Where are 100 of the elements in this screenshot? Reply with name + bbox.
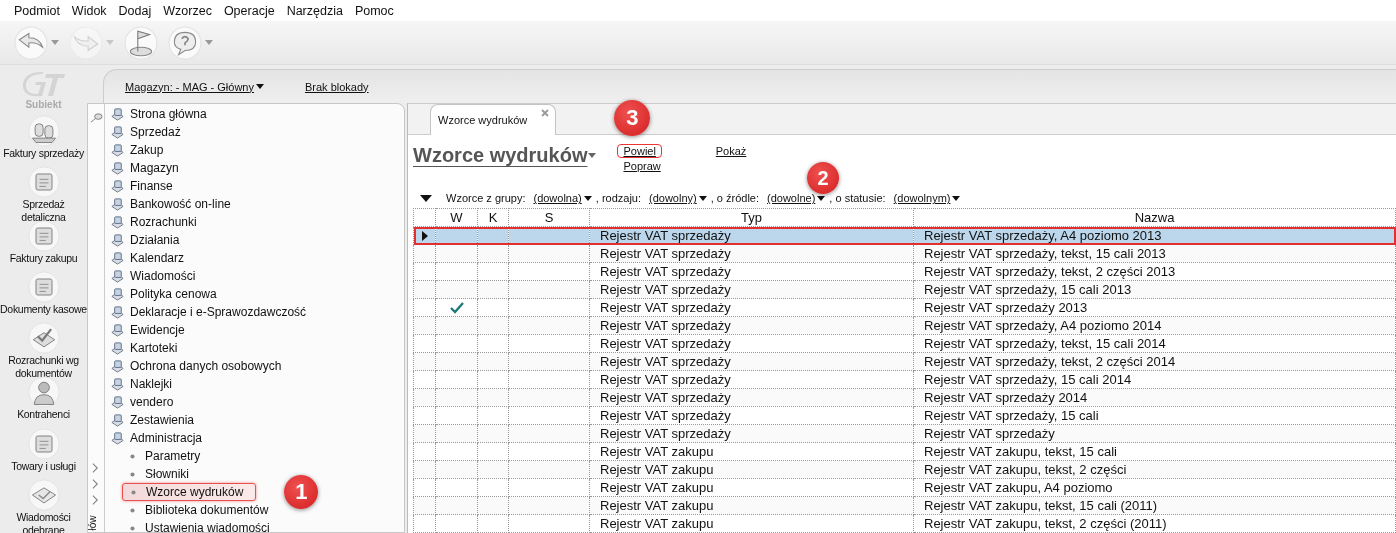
filter-label: , rodzaju: — [595, 192, 642, 205]
tree-item[interactable]: Rozrachunki — [110, 213, 404, 231]
menu-item[interactable]: Wzorzec — [157, 3, 218, 18]
tree-item[interactable]: Bankowość on-line — [110, 195, 404, 213]
module-icon — [110, 340, 125, 356]
side-panel-label[interactable]: łów — [87, 515, 105, 531]
table-cell: Rejestr VAT zakupu, tekst, 2 części (2011) — [913, 514, 1396, 533]
caret-icon[interactable] — [256, 84, 264, 89]
help-bubble-icon[interactable] — [168, 25, 202, 60]
module-icon — [110, 250, 125, 266]
close-icon[interactable] — [541, 109, 550, 117]
tree-item[interactable]: Kartoteki — [110, 339, 404, 357]
module-icon — [110, 160, 125, 176]
table-cell: Rejestr VAT sprzedaży — [589, 406, 914, 425]
tree-item[interactable]: Ewidencje — [110, 321, 404, 339]
module-icon — [110, 412, 125, 428]
tree-item[interactable]: Wiadomości — [110, 267, 404, 285]
tree-item[interactable]: Biblioteka dokumentów — [122, 501, 281, 519]
action-link[interactable]: Powiel — [617, 144, 662, 158]
caret-icon[interactable] — [583, 195, 592, 201]
tree-item[interactable]: Parametry — [122, 447, 213, 465]
table-cell: Rejestr VAT sprzedaży — [589, 334, 914, 353]
caret-icon[interactable] — [952, 195, 961, 201]
caret-icon[interactable] — [698, 195, 707, 201]
menu-item[interactable]: Operacje — [217, 3, 281, 18]
nav-item[interactable]: Towary i usługi — [0, 427, 87, 479]
nav-item[interactable]: Dokumenty kasowe — [0, 271, 87, 323]
filter-dropdown[interactable]: (dowolny) — [649, 192, 707, 205]
module-icon — [110, 268, 125, 284]
table-cell: Rejestr VAT sprzedaży, 15 cali — [913, 406, 1396, 425]
filter-dropdown[interactable]: (dowolna) — [533, 192, 592, 205]
module-icon — [110, 196, 125, 212]
tree-item[interactable]: Działania — [110, 231, 404, 249]
highlighted-row[interactable]: Rejestr VAT sprzedaży Rejestr VAT sprzedaży, A4 poziomo 2013 — [413, 226, 1396, 245]
check-icon — [27, 322, 60, 355]
tree-item[interactable]: Sprzedaż — [110, 123, 404, 141]
collapse-triangle-icon[interactable] — [420, 194, 432, 202]
filter-label: Wzorce z grupy: — [446, 192, 526, 205]
module-icon — [110, 142, 125, 158]
action-link[interactable]: Pokaż — [709, 144, 753, 158]
module-icon — [110, 106, 125, 122]
column-header[interactable]: Nazwa — [913, 208, 1396, 227]
nav-item[interactable]: Kontrahenci — [0, 376, 87, 428]
pin-icon[interactable] — [89, 112, 103, 123]
logo-icon — [21, 71, 66, 97]
table-cell: Rejestr VAT sprzedaży, tekst, 2 części 2013 — [913, 262, 1396, 281]
column-header[interactable]: S — [508, 208, 590, 227]
table-cell: Rejestr VAT zakupu, A4 poziomo — [913, 478, 1396, 497]
tree-item[interactable]: Zakup — [110, 141, 404, 159]
filter-label: , o źródle: — [710, 192, 760, 205]
column-header[interactable]: K — [477, 208, 509, 227]
bullet-icon — [130, 453, 135, 459]
table-cell: Rejestr VAT sprzedaży, 15 cali 2014 — [913, 370, 1396, 389]
module-icon — [110, 178, 125, 194]
tree-item[interactable]: Polityka cenowa — [110, 285, 404, 303]
chevron-icon[interactable] — [92, 462, 100, 474]
module-icon — [110, 322, 125, 338]
tree-item[interactable]: Ochrona danych osobowych — [110, 357, 404, 375]
tree-item[interactable]: Zestawienia — [110, 411, 404, 429]
module-icon — [110, 358, 125, 374]
tree-item[interactable]: Magazyn — [110, 159, 404, 177]
page-title[interactable]: Wzorce wydruków — [413, 144, 597, 167]
filter-dropdown[interactable]: (dowolne) — [767, 192, 826, 205]
tree-item[interactable]: Administracja — [110, 429, 404, 447]
tree-item[interactable]: Wzorce wydruków — [122, 483, 257, 501]
menu-item[interactable]: Podmiot — [8, 3, 66, 18]
module-icon — [110, 232, 125, 248]
menu-item[interactable]: Pomoc — [348, 3, 400, 18]
lock-link[interactable]: Brak blokady — [305, 80, 369, 93]
nav-item[interactable]: Rozrachunki wg dokumentów — [0, 322, 87, 377]
chevron-icon[interactable] — [92, 494, 100, 506]
flag-icon[interactable] — [124, 25, 158, 60]
action-link[interactable]: Popraw — [617, 159, 667, 173]
tree-item[interactable]: Ustawienia wiadomości — [122, 519, 282, 533]
tree-item[interactable]: vendero — [110, 393, 404, 411]
tree-item[interactable]: Słowniki — [122, 465, 201, 483]
module-icon — [110, 430, 125, 446]
tree-item[interactable]: Strona główna — [110, 105, 404, 123]
column-header[interactable]: Typ — [589, 208, 914, 227]
warehouse-dropdown[interactable]: Magazyn: - MAG - Główny — [125, 80, 264, 93]
chevron-icon[interactable] — [92, 478, 100, 490]
module-icon — [110, 124, 125, 140]
nav-item[interactable]: Faktury sprzedaży — [0, 114, 87, 166]
nav-item[interactable]: Sprzedaż detaliczna — [0, 165, 87, 220]
tab[interactable]: Wzorce wydruków — [430, 104, 556, 135]
tree-item[interactable]: Finanse — [110, 177, 404, 195]
menu-item[interactable]: Narzędzia — [280, 3, 349, 18]
bullet-icon — [130, 507, 135, 513]
column-header[interactable]: W — [435, 208, 478, 227]
tree-item[interactable]: Deklaracje i e-Sprawozdawczość — [110, 303, 404, 321]
menu-item[interactable]: Dodaj — [112, 3, 158, 18]
row-pointer-icon — [421, 230, 428, 241]
tree-item[interactable]: Kalendarz — [110, 249, 404, 267]
menu-item[interactable]: Widok — [65, 3, 113, 18]
filter-dropdown[interactable]: (dowolnym) — [893, 192, 961, 205]
table-cell: Rejestr VAT zakupu — [589, 514, 914, 533]
coins-icon — [27, 114, 60, 147]
callout-badge: 1 — [284, 475, 319, 509]
tree-item[interactable]: Naklejki — [110, 375, 404, 393]
logo-name: Subiekt — [25, 99, 62, 110]
